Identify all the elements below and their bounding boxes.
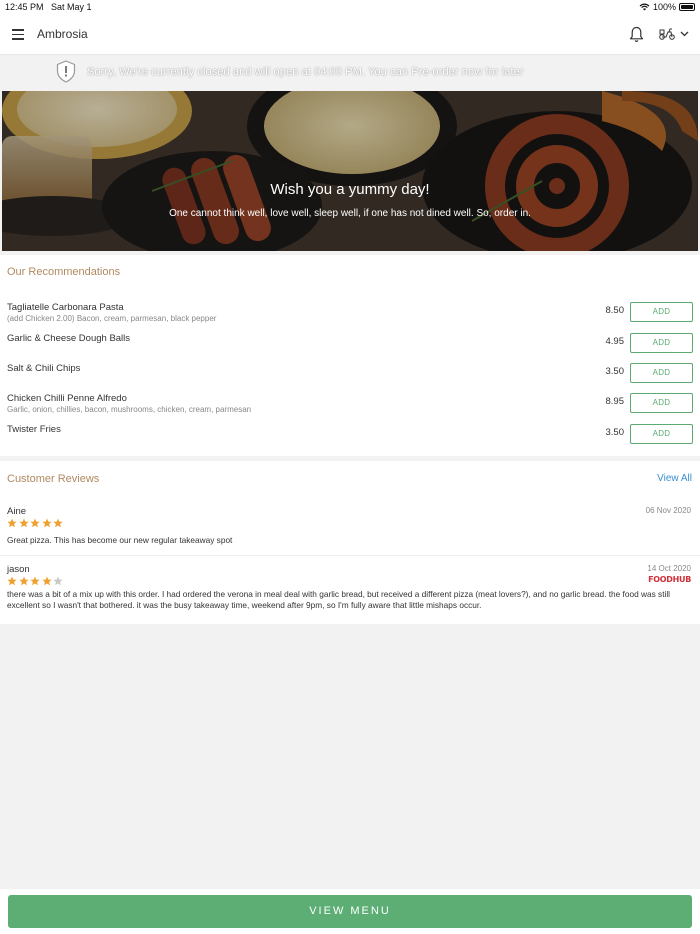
menu-item: Tagliatelle Carbonara Pasta (add Chicken…: [0, 302, 700, 332]
delivery-mode-selector[interactable]: [658, 27, 689, 40]
restaurant-title: Ambrosia: [37, 27, 88, 41]
foodhub-logo: FOODHUB: [648, 575, 691, 584]
menu-item-price: 8.95: [605, 396, 625, 407]
recommendations-section: Our Recommendations Tagliatelle Carbonar…: [0, 255, 700, 456]
menu-item-name: Twister Fries: [7, 424, 61, 435]
star-icon: [30, 518, 40, 528]
review-text: Great pizza. This has become our new reg…: [7, 535, 233, 545]
hero-banner: Wish you a yummy day! One cannot think w…: [2, 91, 698, 251]
review-author: Aine: [7, 506, 27, 517]
customer-reviews-section: Customer Reviews View All Aine 06 Nov 20…: [0, 461, 700, 624]
star-rating: [7, 518, 63, 528]
add-button[interactable]: ADD: [630, 302, 693, 322]
scooter-icon: [659, 28, 675, 40]
menu-item-description: (add Chicken 2.00) Bacon, cream, parmesa…: [7, 314, 217, 323]
battery-icon: [679, 3, 695, 11]
menu-item-name: Tagliatelle Carbonara Pasta: [7, 302, 124, 313]
menu-item: Garlic & Cheese Dough Balls 4.95 ADD: [0, 333, 700, 363]
closed-notice: Sorry, We're currently closed and will o…: [0, 58, 700, 86]
hero-title: Wish you a yummy day!: [270, 181, 430, 198]
shield-alert-icon: [56, 60, 76, 83]
star-icon: [53, 518, 63, 528]
menu-item-price: 8.50: [605, 305, 625, 316]
status-time-value: 12:45 PM: [5, 2, 44, 12]
closed-message: Sorry, We're currently closed and will o…: [87, 66, 524, 78]
review-divider: [0, 555, 700, 556]
star-icon: [30, 576, 40, 586]
menu-item: Salt & Chili Chips 3.50 ADD: [0, 363, 700, 393]
menu-item-price: 3.50: [605, 366, 625, 377]
wifi-icon: [639, 3, 650, 11]
menu-item-name: Salt & Chili Chips: [7, 363, 81, 374]
bottom-action-bar: VIEW MENU: [0, 889, 700, 934]
add-button[interactable]: ADD: [630, 333, 693, 353]
star-icon: [18, 576, 29, 586]
star-rating: [7, 576, 63, 586]
review-date: 14 Oct 2020: [647, 564, 691, 573]
add-button[interactable]: ADD: [630, 363, 693, 383]
status-right: 100%: [639, 2, 695, 12]
hero-subtitle: One cannot think well, love well, sleep …: [169, 208, 531, 219]
chevron-down-icon: [680, 31, 689, 36]
menu-item-name: Garlic & Cheese Dough Balls: [7, 333, 131, 344]
status-time: 12:45 PM Sat May 1: [5, 2, 92, 12]
hamburger-menu-icon[interactable]: [12, 29, 24, 40]
review-date: 06 Nov 2020: [645, 506, 691, 515]
review-author: jason: [7, 564, 30, 575]
status-date: Sat May 1: [51, 2, 92, 12]
review-text: there was a bit of a mix up with this or…: [7, 589, 671, 610]
star-icon: [7, 576, 17, 586]
star-icon: [18, 518, 29, 528]
menu-item-price: 4.95: [605, 336, 625, 347]
status-bar: 12:45 PM Sat May 1 100%: [0, 0, 700, 14]
view-menu-button[interactable]: VIEW MENU: [8, 895, 692, 928]
battery-percent: 100%: [652, 2, 676, 12]
star-icon: [41, 576, 52, 586]
star-icon: [7, 518, 17, 528]
menu-item-description: Garlic, onion, chillies, bacon, mushroom…: [7, 405, 252, 414]
star-icon: [41, 518, 52, 528]
bell-icon[interactable]: [629, 26, 644, 43]
menu-item: Twister Fries 3.50 ADD: [0, 424, 700, 454]
add-button[interactable]: ADD: [630, 424, 693, 444]
add-button[interactable]: ADD: [630, 393, 693, 413]
view-all-reviews-link[interactable]: View All: [657, 473, 692, 484]
menu-item-name: Chicken Chilli Penne Alfredo: [7, 393, 127, 404]
star-icon: [53, 576, 63, 586]
menu-item-price: 3.50: [605, 427, 625, 438]
reviews-title: Customer Reviews: [7, 473, 100, 485]
recommendations-title: Our Recommendations: [7, 266, 121, 278]
app-header: Ambrosia: [0, 14, 700, 55]
hero-overlay: [2, 91, 698, 251]
menu-item: Chicken Chilli Penne Alfredo Garlic, oni…: [0, 393, 700, 423]
